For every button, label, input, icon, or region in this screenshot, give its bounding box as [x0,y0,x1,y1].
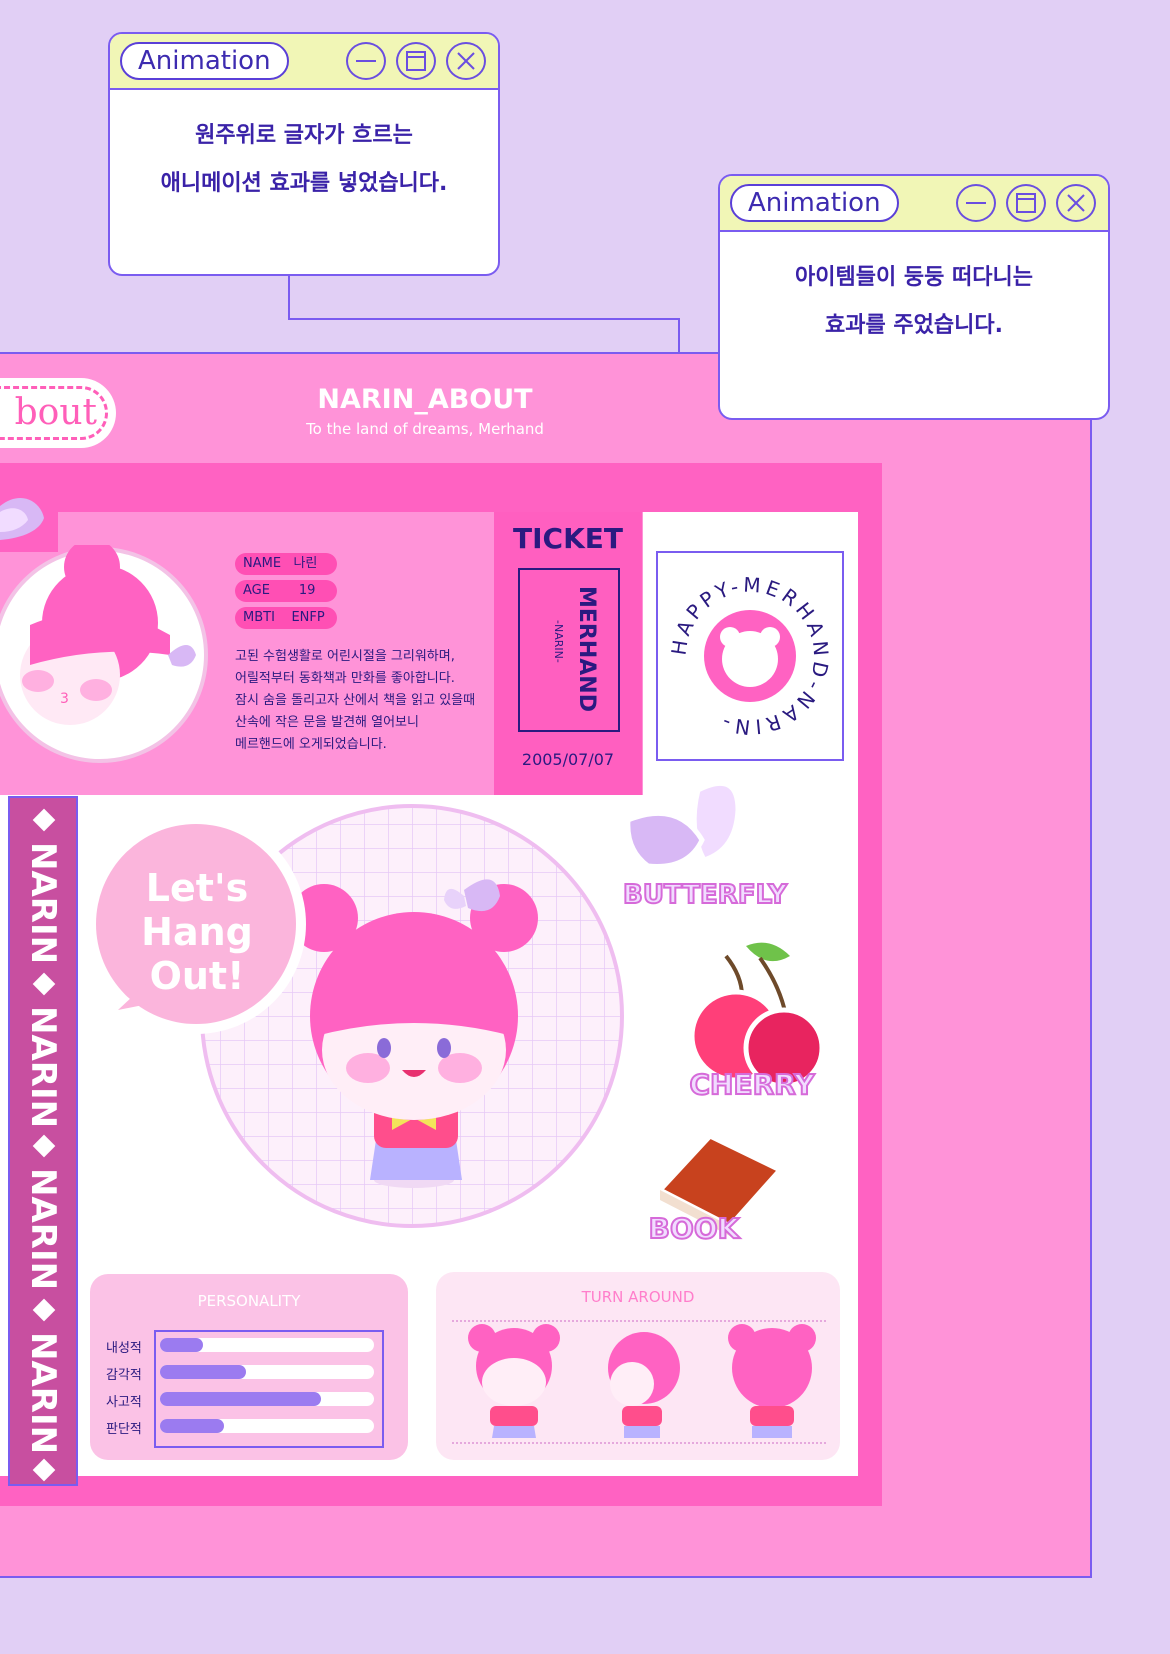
popup-title-bar[interactable]: Animation [110,34,498,90]
animation-popup-2[interactable]: Animation 아이템들이 둥둥 떠다니는 효과를 주었습니다. [718,174,1110,420]
divider [452,1442,826,1444]
popup-message: 원주위로 글자가 흐르는 애니메이션 효과를 넣었습니다. [160,123,448,196]
trait-bar [160,1392,374,1406]
minimize-icon [356,60,376,62]
personality-title: PERSONALITY [197,1292,301,1310]
trait-bar-fill [160,1338,203,1352]
close-button[interactable] [1056,184,1096,222]
diamond-icon [32,808,56,832]
mbti-field: MBTI ENFP [235,607,337,629]
maximize-button[interactable] [396,42,436,80]
minimize-button[interactable] [956,184,996,222]
page-title: NARIN_ABOUT [317,384,533,415]
turnaround-views [468,1324,816,1438]
trait-label: 감각적 [106,1368,142,1383]
butterfly-label: BUTTERFLY [622,879,788,911]
maximize-icon [406,51,426,71]
trait-label: 판단적 [106,1422,142,1437]
bio-text: 고된 수험생활로 어린시절을 그리워하며, 어릴적부터 동화책과 만화를 좋아합… [235,649,476,752]
book-label: BOOK [648,1211,741,1246]
minimize-icon [966,202,986,204]
popup-title: Animation [120,42,289,80]
ticket-box: MERHAND -NARIN- [518,568,620,732]
ticket-heading: TICKET [513,522,623,555]
close-icon [457,52,475,70]
connector-line [288,318,680,320]
diamond-icon [32,1298,56,1322]
connector-line [288,274,290,320]
svg-text:3: 3 [60,691,69,707]
back-view [728,1324,816,1438]
diamond-icon [32,972,56,996]
page-subtitle: To the land of dreams, Merhand [306,420,544,438]
close-button[interactable] [446,42,486,80]
popup-message: 아이템들이 둥둥 떠다니는 효과를 주었습니다. [795,265,1033,338]
maximize-icon [1016,193,1036,213]
side-view [608,1332,680,1438]
trait-bar [160,1419,374,1433]
maximize-button[interactable] [1006,184,1046,222]
ticket-sub-text: -NARIN- [552,620,565,663]
ticket-main-text: MERHAND [574,586,599,712]
diamond-icon [32,1458,56,1482]
age-field: AGE 19 [235,580,337,602]
merhand-stamp: HAPPY-MERHAND-NARIN- [656,551,844,761]
turnaround-title: TURN AROUND [581,1288,695,1306]
butterfly-icon [0,497,44,540]
front-view [468,1324,560,1438]
trait-bar [160,1365,374,1379]
trait-bar [160,1338,374,1352]
avatar: 3 [0,545,208,763]
trait-bar-fill [160,1419,225,1433]
narin-strip: NARIN NARIN NARIN NARIN [8,796,78,1486]
popup-title-bar[interactable]: Animation [720,176,1108,232]
cherry-label: CHERRY [689,1067,816,1102]
ticket-date: 2005/07/07 [521,750,615,769]
profile-tab [0,490,58,552]
about-tab[interactable]: bout [0,378,116,448]
trait-bar-fill [160,1392,321,1406]
diamond-icon [32,1134,56,1158]
trait-bar-fill [160,1365,246,1379]
trait-label: 내성적 [106,1341,142,1356]
close-icon [1067,194,1085,212]
speech-text: Let's Hang Out! [141,866,253,998]
name-field: NAME 나린 [235,553,337,575]
minimize-button[interactable] [346,42,386,80]
animation-popup-1[interactable]: Animation 원주위로 글자가 흐르는 애니메이션 효과를 넣었습니다. [108,32,500,276]
popup-title: Animation [730,184,899,222]
trait-label: 사고적 [106,1395,142,1410]
